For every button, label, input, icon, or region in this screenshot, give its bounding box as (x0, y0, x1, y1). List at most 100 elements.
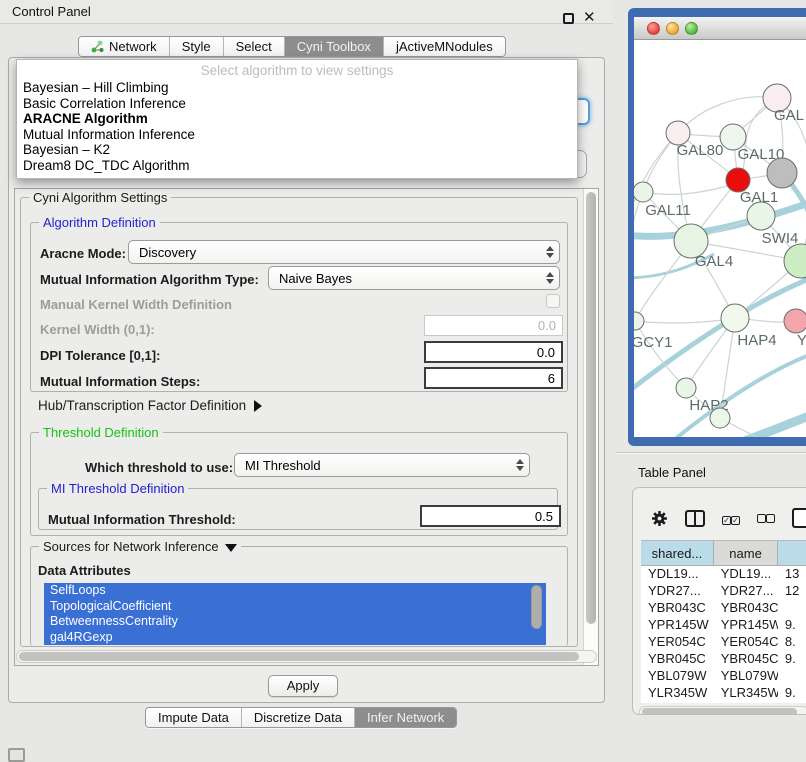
network-node-gal11[interactable] (634, 182, 653, 202)
table-row[interactable]: YPR145WYPR145W9. (641, 617, 806, 634)
aracne-mode-combobox[interactable]: Discovery (128, 240, 560, 264)
column-header[interactable] (778, 541, 806, 565)
table-horizontal-scrollbar[interactable] (639, 706, 806, 715)
which-threshold-combobox[interactable]: MI Threshold (234, 453, 530, 477)
attribute-list-item[interactable]: BetweennessCentrality (44, 614, 546, 630)
tab-cyni-toolbox[interactable]: Cyni Toolbox (285, 37, 384, 56)
kernel-width-field[interactable]: 0.0 (424, 315, 563, 336)
network-icon (91, 40, 104, 53)
tab-discretize-data[interactable]: Discretize Data (242, 708, 355, 727)
table-cell (778, 600, 806, 617)
scrollbar-thumb[interactable] (531, 585, 542, 629)
select-all-columns-icon[interactable]: ✓✓ (722, 511, 740, 526)
attribute-list-item[interactable]: SelfLoops (44, 583, 546, 599)
table-row[interactable]: YDR27...YDR27...12 (641, 583, 806, 600)
network-node[interactable] (767, 158, 797, 188)
hub-definition-expander[interactable]: Hub/Transcription Factor Definition (38, 398, 262, 413)
data-attributes-list[interactable]: SelfLoopsTopologicalCoefficientBetweenne… (44, 583, 546, 645)
algorithm-option[interactable]: Basic Correlation Inference (17, 96, 577, 112)
algorithm-option[interactable]: Bayesian – K2 (17, 142, 577, 158)
collapse-down-icon[interactable] (225, 544, 237, 552)
table-cell: YER054C (641, 634, 714, 651)
scrollbar-thumb[interactable] (586, 192, 596, 624)
attribute-list-item[interactable]: gal4RGexp (44, 630, 546, 646)
mi-steps-field[interactable]: 6 (424, 367, 563, 389)
settings-horizontal-scrollbar[interactable] (16, 650, 597, 663)
group-title: Cyni Algorithm Settings (29, 190, 171, 205)
close-panel-icon[interactable]: ✕ (583, 8, 596, 26)
attributes-list-scrollbar[interactable] (531, 585, 542, 642)
scrollbar-thumb[interactable] (19, 652, 579, 661)
sources-group-title[interactable]: Sources for Network Inference (39, 539, 241, 554)
minimize-window-icon[interactable] (666, 22, 679, 35)
table-cell: 9. (778, 685, 806, 702)
settings-vertical-scrollbar[interactable] (583, 189, 598, 665)
which-threshold-label: Which threshold to use: (85, 460, 233, 475)
table-row[interactable]: YDL19...YDL19...13 (641, 566, 806, 583)
network-edge[interactable] (635, 318, 735, 323)
table-row[interactable]: YBL079WYBL079W (641, 668, 806, 685)
mini-dock-icon[interactable] (8, 748, 25, 762)
network-node-gcy1[interactable] (634, 312, 644, 330)
algorithm-option[interactable]: Bayesian – Hill Climbing (17, 80, 577, 96)
tab-select[interactable]: Select (224, 37, 285, 56)
network-canvas[interactable]: GALGAL80GAL10GAL1GAL11SWI4GAL4GCY1HAP4YH… (634, 40, 806, 437)
attribute-list-item[interactable]: TopologicalCoefficient (44, 599, 546, 615)
table-row[interactable]: YER054CYER054C8. (641, 634, 806, 651)
column-header-name[interactable]: name (714, 541, 778, 565)
aracne-mode-value: Discovery (129, 245, 543, 260)
algorithm-option[interactable]: ARACNE Algorithm (17, 111, 577, 127)
tab-label: Infer Network (367, 710, 444, 725)
network-node-y[interactable] (784, 309, 806, 333)
network-node[interactable] (710, 408, 730, 428)
control-panel-tabs: Network Style Select Cyni Toolbox jActiveMNo… (78, 36, 506, 57)
table-cell: YDR27... (714, 583, 778, 600)
panel-divider (616, 452, 806, 454)
network-edge[interactable] (643, 183, 738, 194)
gear-icon[interactable] (651, 510, 668, 527)
network-node-swi4[interactable] (747, 202, 775, 230)
tab-label: jActiveMNodules (396, 39, 493, 54)
deselect-all-columns-icon[interactable] (757, 511, 775, 526)
network-edge[interactable] (634, 192, 643, 321)
zoom-window-icon[interactable] (685, 22, 698, 35)
table-cell (778, 668, 806, 685)
tab-impute-data[interactable]: Impute Data (146, 708, 242, 727)
table-row[interactable]: YIL052CYIL052C9 (641, 702, 806, 703)
dpi-tolerance-field[interactable]: 0.0 (424, 341, 563, 363)
table-row[interactable]: YBR045CYBR045C9. (641, 651, 806, 668)
apply-button[interactable]: Apply (268, 675, 338, 697)
tab-label: Impute Data (158, 710, 229, 725)
tab-label: Style (182, 39, 211, 54)
table-panel-title: Table Panel (638, 465, 706, 480)
tab-infer-network[interactable]: Infer Network (355, 708, 456, 727)
column-header-shared[interactable]: shared... (641, 541, 714, 565)
tab-style[interactable]: Style (170, 37, 224, 56)
table-row[interactable]: YLR345WYLR345W9. (641, 685, 806, 702)
hub-definition-label: Hub/Transcription Factor Definition (38, 398, 246, 413)
network-node-hap4[interactable] (721, 304, 749, 332)
node-table[interactable]: shared...name YDL19...YDL19...13YDR27...… (641, 540, 806, 703)
network-edge[interactable] (742, 408, 806, 437)
mi-type-combobox[interactable]: Naive Bayes (268, 266, 560, 290)
tab-jactivemnodules[interactable]: jActiveMNodules (384, 37, 505, 56)
table-cell: YBR043C (714, 600, 778, 617)
table-row[interactable]: YBR043CYBR043C (641, 600, 806, 617)
close-window-icon[interactable] (647, 22, 660, 35)
scrollbar-thumb[interactable] (642, 708, 797, 715)
tab-network[interactable]: Network (79, 37, 170, 56)
split-view-icon[interactable] (685, 510, 705, 527)
function-builder-icon[interactable] (792, 508, 806, 528)
network-window-titlebar[interactable] (634, 17, 806, 40)
algorithm-dropdown-popup: Select algorithm to view settings Bayesi… (16, 59, 578, 179)
manual-kernel-checkbox[interactable] (546, 294, 560, 308)
algorithm-option[interactable]: Mutual Information Inference (17, 127, 577, 143)
network-node-hap2[interactable] (676, 378, 696, 398)
float-window-icon[interactable] (563, 13, 574, 24)
tab-label: Select (236, 39, 272, 54)
algorithm-option[interactable]: Dream8 DC_TDC Algorithm (17, 158, 577, 174)
expand-right-icon[interactable] (254, 400, 262, 412)
network-edge[interactable] (634, 133, 678, 321)
node-label: GCY1 (634, 334, 672, 351)
mi-threshold-field[interactable]: 0.5 (420, 505, 561, 527)
